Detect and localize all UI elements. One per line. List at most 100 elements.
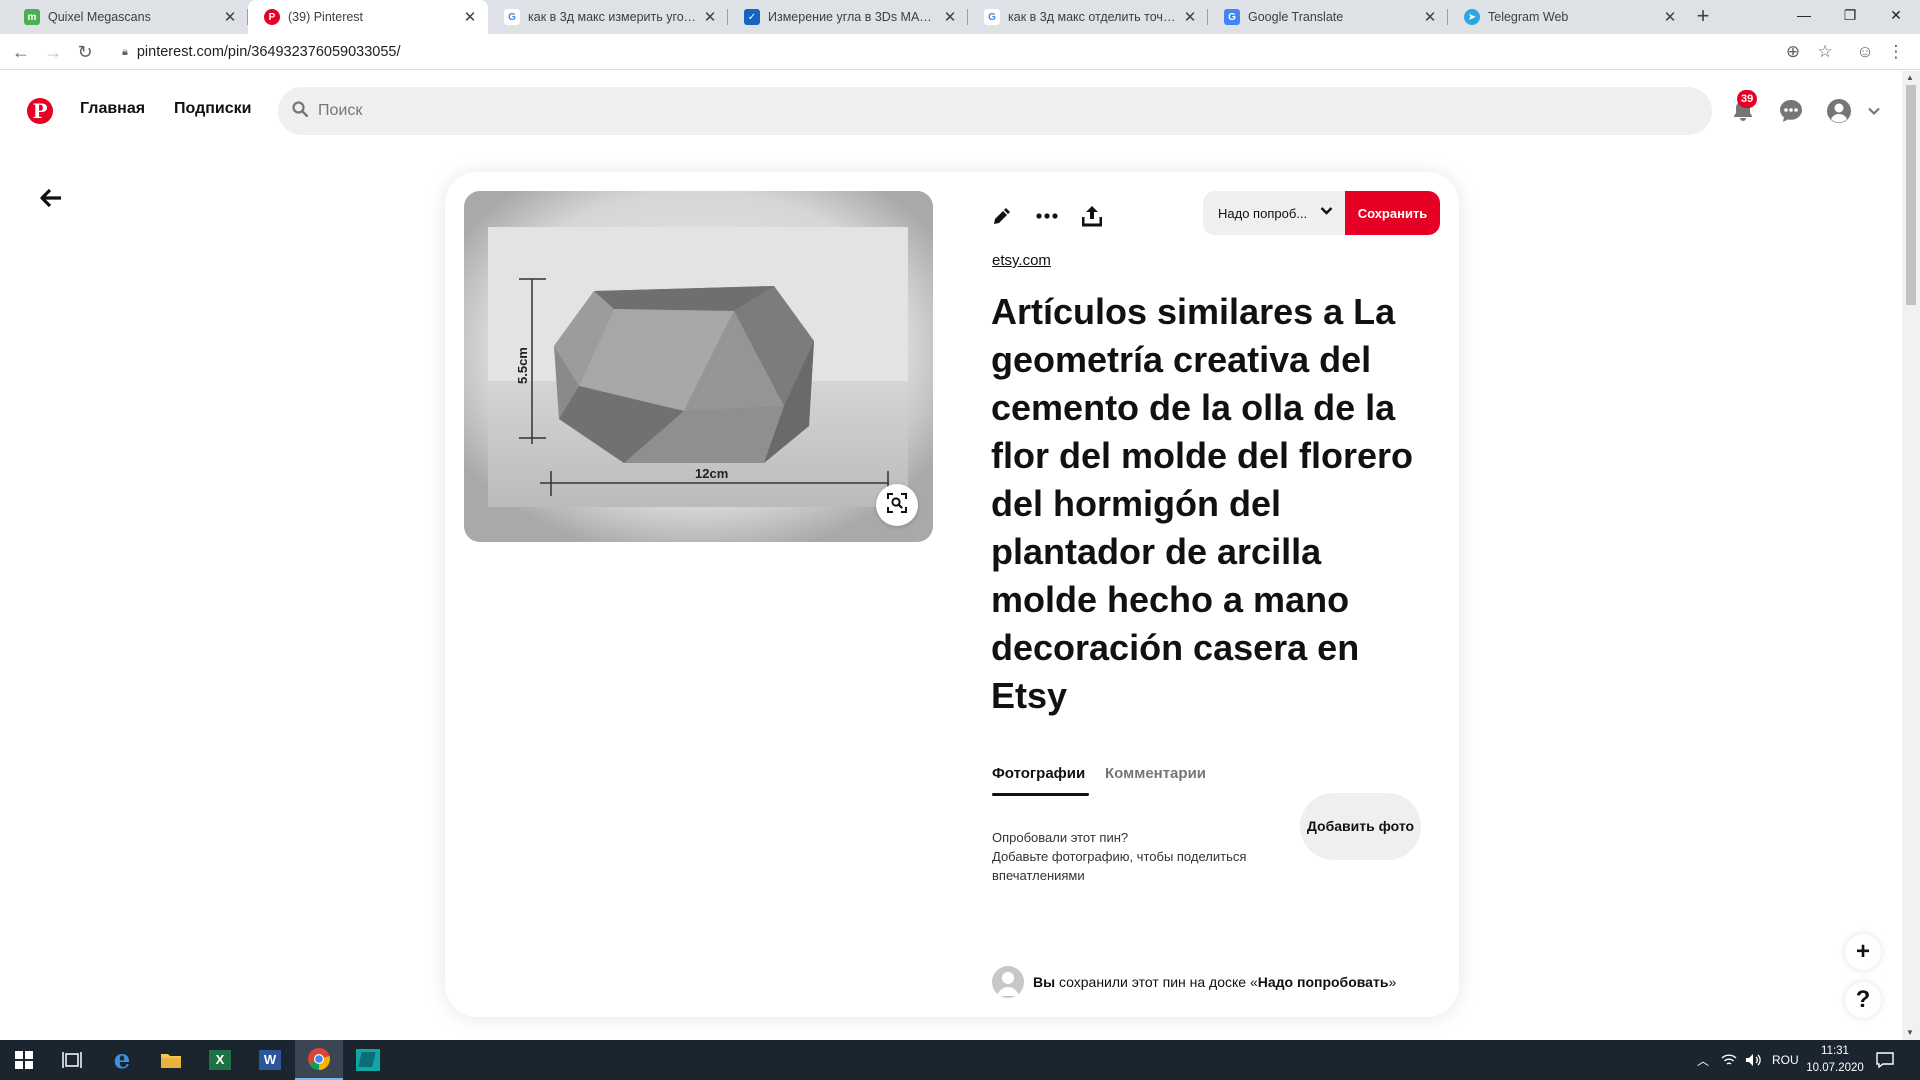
3ds-max-icon[interactable]	[344, 1040, 392, 1080]
address-bar[interactable]: 🔒︎ pinterest.com/pin/364932376059033055/	[108, 37, 1808, 67]
new-tab-button[interactable]: +	[1691, 5, 1715, 29]
google-icon: G	[504, 9, 520, 25]
edge-browser-icon[interactable]: e	[98, 1040, 146, 1080]
pin-image-height-label: 5.5cm	[515, 347, 530, 384]
tab-comments[interactable]: Комментарии	[1105, 765, 1206, 782]
url-text: pinterest.com/pin/364932376059033055/	[136, 44, 401, 60]
tab-pinterest[interactable]: P (39) Pinterest ✕	[248, 0, 488, 34]
tried-question: Опробовали этот пин?	[992, 830, 1129, 845]
lock-icon: 🔒︎	[122, 45, 128, 58]
excel-icon[interactable]: X	[196, 1040, 244, 1080]
tab-title: Quixel Megascans	[48, 10, 151, 24]
tab-google-translate[interactable]: G Google Translate ✕	[1208, 0, 1448, 34]
tab-title: как в 3д макс измерить угол - G	[528, 10, 696, 24]
tab-title: Telegram Web	[1488, 10, 1569, 24]
add-photo-button[interactable]: Добавить фото	[1300, 793, 1421, 860]
extension-icon[interactable]: ☺	[1853, 41, 1877, 63]
clock-time: 11:31	[1821, 1045, 1849, 1057]
saved-board-link[interactable]: Надо попробовать	[1258, 974, 1389, 990]
active-tab-underline	[992, 793, 1089, 796]
forward-button[interactable]: →	[41, 41, 65, 63]
saved-you-label: Вы	[1033, 974, 1056, 990]
saved-close-quote: »	[1388, 974, 1397, 990]
notification-count-badge: 39	[1737, 90, 1758, 108]
help-button[interactable]: ?	[1845, 982, 1881, 1018]
start-windows-icon[interactable]	[0, 1040, 48, 1080]
account-chevron-down-icon[interactable]	[1860, 97, 1888, 125]
reload-button[interactable]: ↻	[73, 41, 97, 63]
tab-quixel-megascans[interactable]: m Quixel Megascans ✕	[8, 0, 248, 34]
share-upload-icon[interactable]	[1072, 196, 1112, 236]
megascans-icon: m	[24, 9, 40, 25]
install-app-icon[interactable]: ⊕	[1781, 41, 1805, 63]
pinterest-logo-icon[interactable]: P	[27, 98, 53, 124]
nav-following[interactable]: Подписки	[174, 100, 251, 118]
close-icon[interactable]: ✕	[942, 9, 958, 26]
back-button[interactable]: ←	[9, 41, 33, 63]
tried-this-pin-prompt: Опробовали этот пин? Добавьте фотографию…	[992, 828, 1292, 885]
clock-date: 10.07.2020	[1806, 1062, 1864, 1074]
create-plus-button[interactable]: +	[1845, 934, 1881, 970]
action-center-notifications-icon[interactable]	[1876, 1040, 1894, 1080]
chevron-down-icon	[1320, 204, 1333, 220]
chrome-icon[interactable]	[295, 1040, 343, 1080]
close-icon[interactable]: ✕	[1182, 9, 1198, 26]
file-explorer-icon[interactable]	[147, 1040, 195, 1080]
site-icon: ✓	[744, 9, 760, 25]
translate-icon: G	[1224, 9, 1240, 25]
windows-taskbar: e X W ︿ ROU 11:31 10.07.2020	[0, 1040, 1920, 1080]
tab-google-search-points[interactable]: G как в 3д макс отделить точки д ✕	[968, 0, 1208, 34]
close-icon[interactable]: ✕	[222, 9, 238, 26]
volume-speaker-icon[interactable]	[1745, 1040, 1763, 1080]
tab-title: Google Translate	[1248, 10, 1344, 24]
menu-kebab-icon[interactable]: ⋮	[1884, 41, 1908, 63]
tab-telegram-web[interactable]: ➤ Telegram Web ✕	[1448, 0, 1688, 34]
tab-title: Измерение угла в 3Ds MAX | Re	[768, 10, 936, 24]
tab-angle-measure-3dsmax[interactable]: ✓ Измерение угла в 3Ds MAX | Re ✕	[728, 0, 968, 34]
page-scrollbar[interactable]: ▲ ▼	[1902, 71, 1920, 1040]
google-icon: G	[984, 9, 1000, 25]
minimize-button[interactable]: —	[1781, 0, 1827, 30]
tray-overflow-chevron-icon[interactable]: ︿	[1697, 1040, 1709, 1080]
search-bar[interactable]	[278, 87, 1712, 135]
task-view-icon[interactable]	[48, 1040, 96, 1080]
search-input[interactable]	[318, 102, 1618, 120]
edit-pencil-icon[interactable]	[982, 196, 1022, 236]
network-wifi-icon[interactable]	[1721, 1040, 1737, 1080]
close-window-button[interactable]: ✕	[1873, 0, 1919, 30]
close-icon[interactable]: ✕	[462, 9, 478, 26]
nav-home[interactable]: Главная	[80, 100, 145, 118]
board-select-dropdown[interactable]: Надо попроб...	[1203, 191, 1345, 235]
input-language-indicator[interactable]: ROU	[1772, 1040, 1799, 1080]
tab-title: (39) Pinterest	[288, 10, 364, 24]
scroll-down-arrow-icon[interactable]: ▼	[1906, 1028, 1914, 1037]
avatar[interactable]	[992, 966, 1024, 998]
more-options-icon[interactable]	[1027, 196, 1067, 236]
saved-to-board-row: Вы сохранили этот пин на доске « Надо по…	[992, 966, 1396, 998]
tab-google-search-angle[interactable]: G как в 3д макс измерить угол - G ✕	[488, 0, 728, 34]
tried-description: Добавьте фотографию, чтобы поделиться вп…	[992, 849, 1247, 883]
pin-image-width-label: 12cm	[695, 466, 728, 481]
close-icon[interactable]: ✕	[702, 9, 718, 26]
visual-search-icon	[887, 492, 907, 518]
profile-avatar-icon[interactable]	[1825, 97, 1853, 125]
back-arrow-icon[interactable]	[36, 184, 66, 212]
taskbar-clock[interactable]: 11:31 10.07.2020	[1805, 1043, 1865, 1077]
pin-closeup-card: 5.5cm 12cm Надо попроб... Сохранить etsy…	[445, 172, 1459, 1017]
tab-title: как в 3д макс отделить точки д	[1008, 10, 1176, 24]
close-icon[interactable]: ✕	[1662, 9, 1678, 26]
word-icon[interactable]: W	[246, 1040, 294, 1080]
visual-search-lens-button[interactable]	[876, 484, 918, 526]
pin-title: Artículos similares a La geometría creat…	[991, 291, 1414, 716]
scroll-up-arrow-icon[interactable]: ▲	[1906, 73, 1914, 82]
save-button[interactable]: Сохранить	[1345, 191, 1440, 235]
source-link[interactable]: etsy.com	[992, 252, 1051, 269]
scrollbar-thumb[interactable]	[1906, 85, 1916, 305]
bookmark-star-icon[interactable]: ☆	[1813, 41, 1837, 63]
restore-button[interactable]: ❐	[1827, 0, 1873, 30]
search-icon	[292, 100, 309, 122]
close-icon[interactable]: ✕	[1422, 9, 1438, 26]
messages-icon[interactable]	[1777, 97, 1805, 125]
tab-photos[interactable]: Фотографии	[992, 765, 1085, 782]
pin-image[interactable]: 5.5cm 12cm	[464, 191, 933, 542]
